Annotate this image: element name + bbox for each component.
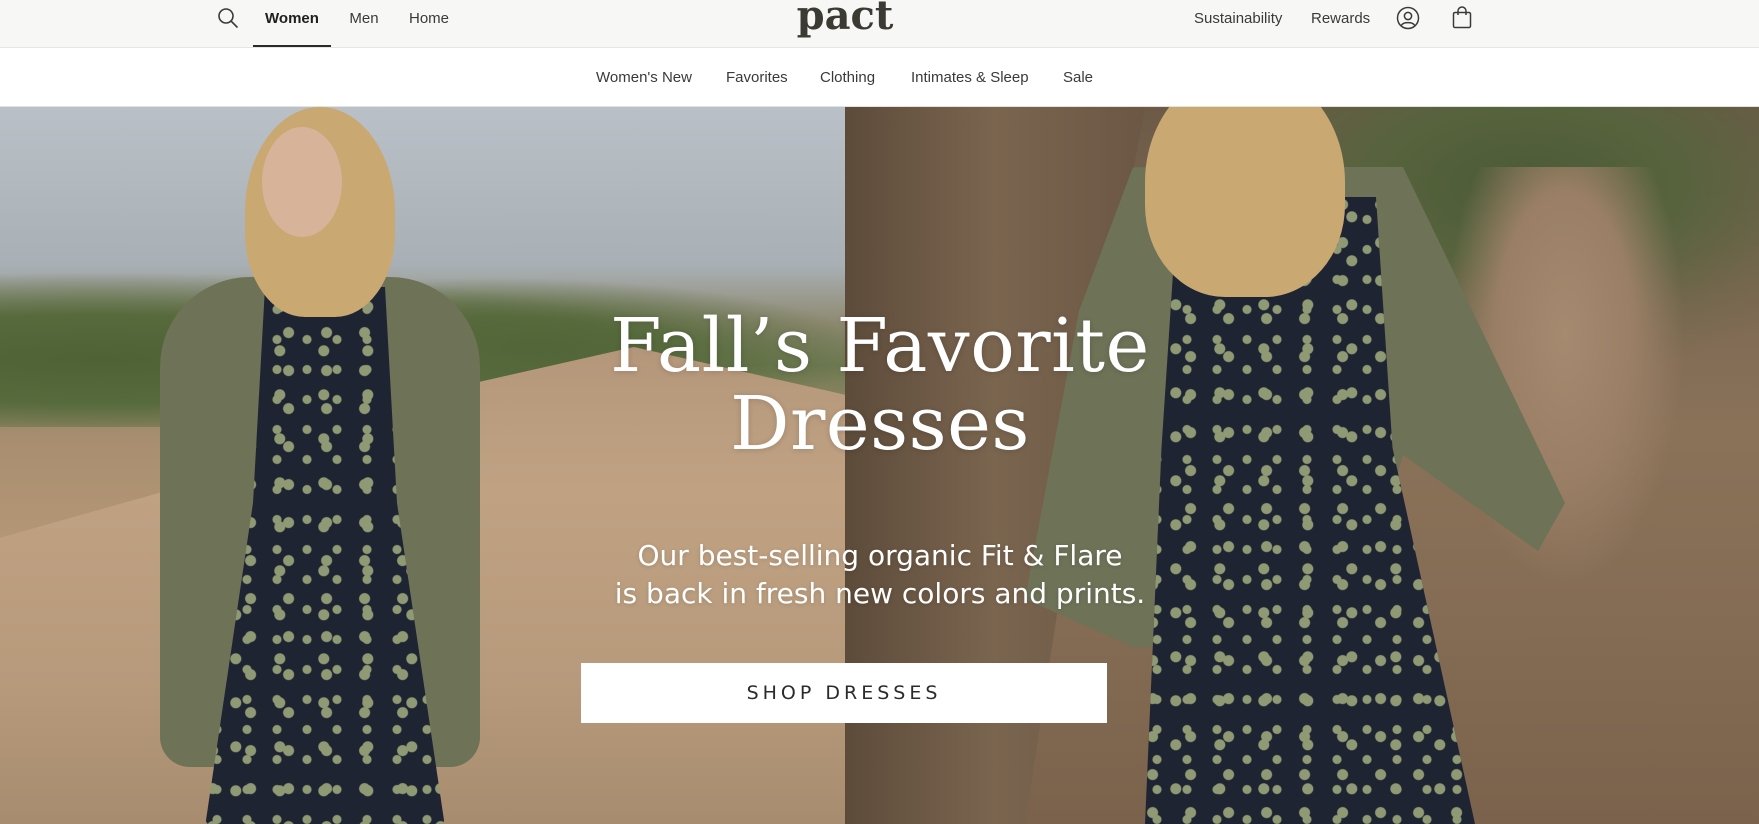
hero-title-line-1: Fall’s Favorite	[610, 303, 1150, 389]
category-womens-new[interactable]: Women's New	[596, 48, 692, 107]
model-hair-right	[1145, 107, 1345, 297]
sustainability-link[interactable]: Sustainability	[1194, 0, 1282, 38]
tab-home[interactable]: Home	[405, 0, 453, 48]
tab-men[interactable]: Men	[346, 0, 382, 48]
hero-subtitle-line-2: is back in fresh new colors and prints.	[614, 577, 1146, 610]
tab-women[interactable]: Women	[253, 0, 331, 48]
hero-subtitle-line-1: Our best-selling organic Fit & Flare	[637, 539, 1123, 572]
category-favorites[interactable]: Favorites	[726, 48, 788, 107]
category-clothing[interactable]: Clothing	[820, 48, 875, 107]
pact-logo[interactable]: pact	[790, 0, 900, 38]
hero-subtitle: Our best-selling organic Fit & Flare is …	[480, 537, 1280, 613]
hero-banner[interactable]: Fall’s Favorite Dresses Our best-selling…	[0, 107, 1759, 824]
category-sale[interactable]: Sale	[1063, 48, 1093, 107]
shop-dresses-button[interactable]: SHOP DRESSES	[581, 663, 1107, 723]
hero-title-line-2: Dresses	[730, 381, 1030, 467]
shopping-bag-icon[interactable]	[1449, 5, 1475, 31]
model-face-left	[262, 127, 342, 237]
hero-title: Fall’s Favorite Dresses	[480, 307, 1280, 463]
category-intimates-sleep[interactable]: Intimates & Sleep	[911, 48, 1029, 107]
top-navigation-bar: Women Men Home pact Sustainability Rewar…	[0, 0, 1759, 48]
search-icon[interactable]	[214, 4, 242, 32]
rewards-link[interactable]: Rewards	[1311, 0, 1370, 38]
account-icon[interactable]	[1395, 5, 1421, 31]
category-navigation: Women's New Favorites Clothing Intimates…	[0, 48, 1759, 107]
